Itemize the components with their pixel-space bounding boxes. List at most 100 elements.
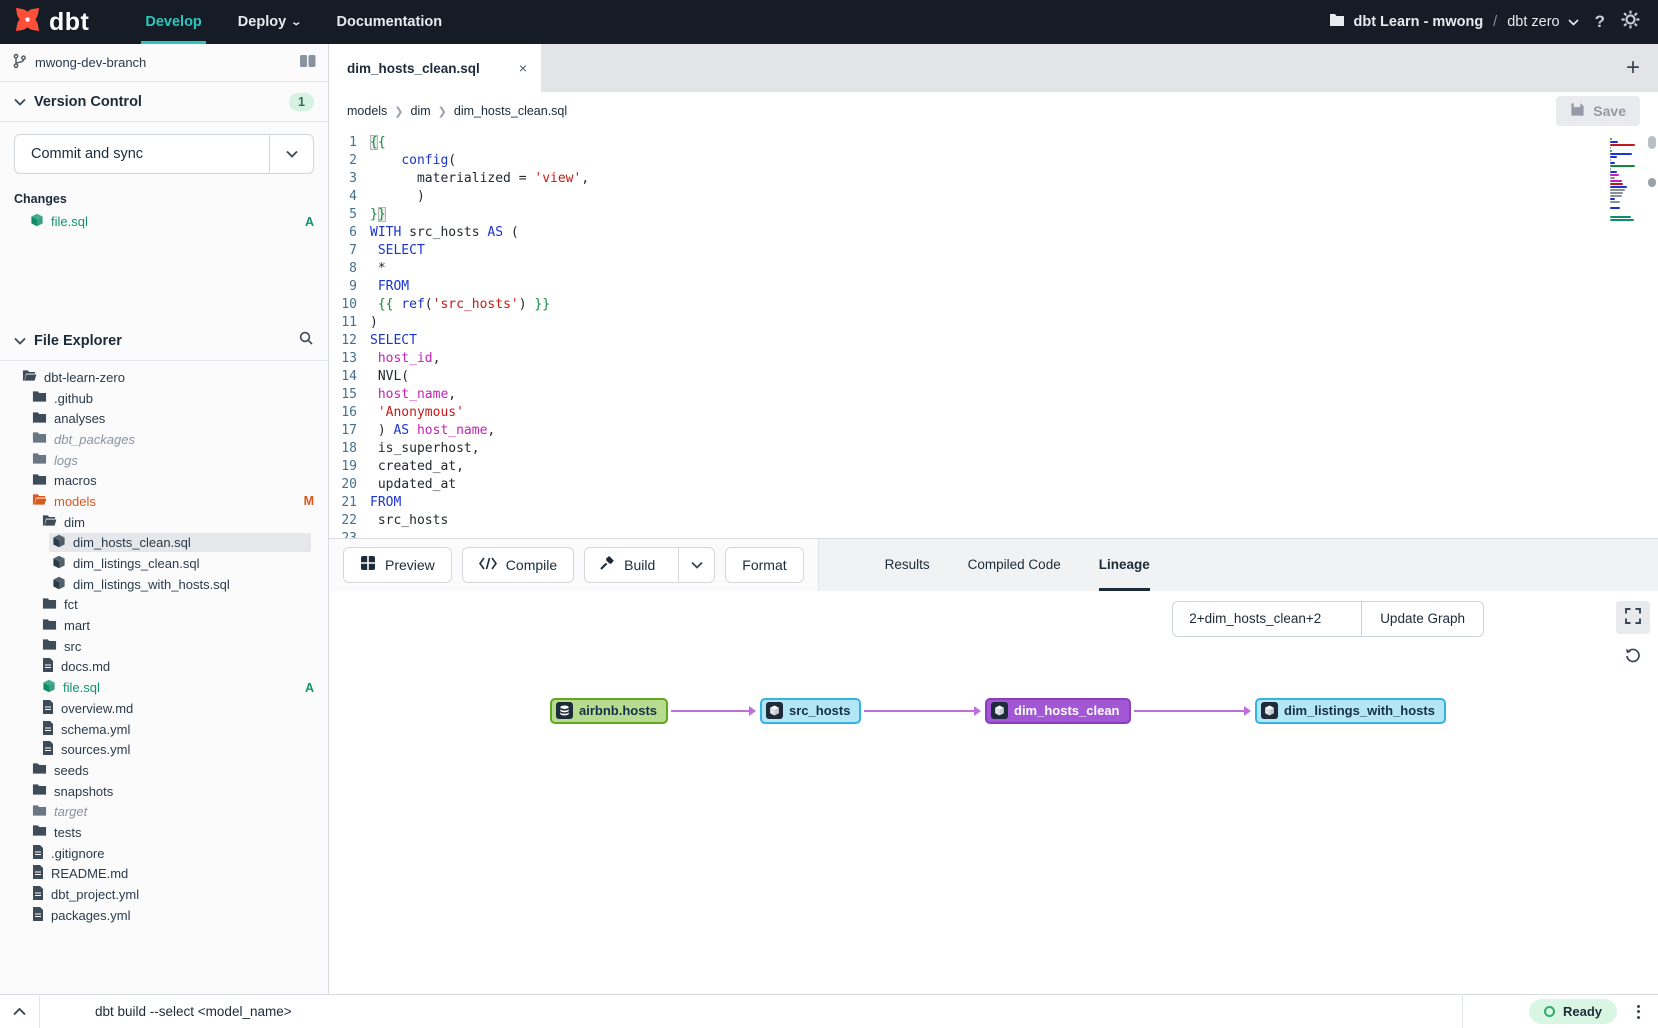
changed-file-row[interactable]: file.sqlA [0, 210, 328, 233]
nav-item-documentation[interactable]: Documentation [319, 0, 461, 44]
code-line[interactable]: 7 SELECT [329, 242, 1658, 260]
update-graph-button[interactable]: Update Graph [1361, 602, 1483, 636]
file-tree-item-dbt-learn-zero[interactable]: dbt-learn-zero [0, 367, 328, 388]
tab-results[interactable]: Results [885, 539, 930, 591]
build-options-dropdown[interactable] [678, 548, 714, 582]
code-line[interactable]: 3 materialized = 'view', [329, 170, 1658, 188]
file-tree-item-schema-yml[interactable]: schema.yml [0, 719, 328, 740]
code-line[interactable]: 8 * [329, 260, 1658, 278]
file-tree-item-dbt-packages[interactable]: dbt_packages [0, 429, 328, 450]
lineage-node-dim-listings-with-hosts[interactable]: dim_listings_with_hosts [1255, 698, 1446, 724]
code-line[interactable]: 2 config( [329, 152, 1658, 170]
file-tree-label: fct [64, 597, 78, 612]
file-tree-item--gitignore[interactable]: .gitignore [0, 843, 328, 864]
code-line[interactable]: 22 src_hosts [329, 512, 1658, 530]
commit-options-dropdown[interactable] [269, 135, 313, 173]
file-tree-item-dim-listings-clean-sql[interactable]: dim_listings_clean.sql [0, 553, 328, 574]
file-tree-item-overview-md[interactable]: overview.md [0, 698, 328, 719]
build-button[interactable]: Build [584, 547, 715, 583]
command-input[interactable]: dbt build --select <model_name> [95, 1004, 292, 1019]
tab-compiled-code[interactable]: Compiled Code [968, 539, 1061, 591]
file-tree-item-src[interactable]: src [0, 636, 328, 657]
file-tree-item--github[interactable]: .github [0, 388, 328, 409]
file-tree-item-dim-hosts-clean-sql[interactable]: dim_hosts_clean.sql [0, 533, 328, 554]
file-tree-item-logs[interactable]: logs [0, 450, 328, 471]
file-tree-item-packages-yml[interactable]: packages.yml [0, 905, 328, 926]
code-line[interactable]: 17 ) AS host_name, [329, 422, 1658, 440]
lineage-node-src-hosts[interactable]: src_hosts [760, 698, 861, 724]
environment-name[interactable]: dbt zero [1507, 14, 1559, 30]
split-view-icon[interactable] [299, 54, 316, 71]
project-selector[interactable]: dbt Learn - mwong / dbt zero [1329, 13, 1578, 31]
preview-button[interactable]: Preview [343, 547, 452, 583]
code-line[interactable]: 12SELECT [329, 332, 1658, 350]
file-tree-item-tests[interactable]: tests [0, 822, 328, 843]
branch-row[interactable]: mwong-dev-branch [0, 44, 328, 82]
breadcrumb-item[interactable]: dim [411, 104, 431, 118]
reset-view-button[interactable] [1616, 641, 1650, 674]
file-tree-item-snapshots[interactable]: snapshots [0, 781, 328, 802]
code-line[interactable]: 14 NVL( [329, 368, 1658, 386]
file-tree-item-target[interactable]: target [0, 801, 328, 822]
lineage-node-dim-hosts-clean[interactable]: dim_hosts_clean [985, 698, 1131, 724]
file-tree-item-file-sql[interactable]: file.sqlA [0, 677, 328, 698]
code-line[interactable]: 21FROM [329, 494, 1658, 512]
nav-item-develop[interactable]: Develop [127, 0, 219, 44]
code-line[interactable]: 15 host_name, [329, 386, 1658, 404]
file-tree-item-docs-md[interactable]: docs.md [0, 657, 328, 678]
file-tree-item-macros[interactable]: macros [0, 470, 328, 491]
close-tab-icon[interactable]: × [519, 60, 527, 76]
file-tree-label: dbt_project.yml [51, 887, 139, 902]
editor-tab[interactable]: dim_hosts_clean.sql × [329, 44, 541, 92]
new-tab-button[interactable]: + [1608, 54, 1658, 82]
breadcrumb-item[interactable]: models [347, 104, 387, 118]
code-line[interactable]: 10 {{ ref('src_hosts') }} [329, 296, 1658, 314]
file-tree-item-analyses[interactable]: analyses [0, 408, 328, 429]
search-icon[interactable] [298, 330, 314, 351]
editor-scrollbar[interactable] [1645, 130, 1658, 538]
file-tree-item-dim[interactable]: dim [0, 512, 328, 533]
commit-and-sync-button[interactable]: Commit and sync [14, 134, 314, 174]
nav-item-deploy[interactable]: Deploy⌄ [220, 0, 319, 44]
code-line[interactable]: 19 created_at, [329, 458, 1658, 476]
code-line[interactable]: 18 is_superhost, [329, 440, 1658, 458]
file-explorer-header[interactable]: File Explorer [0, 321, 328, 361]
scrollbar-thumb[interactable] [1648, 136, 1656, 149]
lineage-selector-input[interactable] [1173, 602, 1361, 636]
file-tree-item-mart[interactable]: mart [0, 615, 328, 636]
fullscreen-button[interactable] [1616, 601, 1650, 634]
version-control-header[interactable]: Version Control 1 [0, 82, 328, 122]
code-line[interactable]: 6WITH src_hosts AS ( [329, 224, 1658, 242]
compile-button[interactable]: Compile [462, 547, 574, 583]
code-line[interactable]: 23 [329, 530, 1658, 538]
file-tree-item-seeds[interactable]: seeds [0, 760, 328, 781]
file-tree-item-dim-listings-with-hosts-sql[interactable]: dim_listings_with_hosts.sql [0, 574, 328, 595]
code-line[interactable]: 16 'Anonymous' [329, 404, 1658, 422]
file-tree-item-fct[interactable]: fct [0, 595, 328, 616]
tab-lineage[interactable]: Lineage [1099, 539, 1150, 591]
format-button[interactable]: Format [725, 547, 803, 583]
code-line[interactable]: 4 ) [329, 188, 1658, 206]
code-editor[interactable]: 1{{2 config(3 materialized = 'view',4 )5… [329, 130, 1658, 538]
code-line[interactable]: 9 FROM [329, 278, 1658, 296]
help-icon[interactable]: ? [1595, 12, 1605, 32]
dbt-logo[interactable]: dbt [0, 0, 99, 44]
file-tree-item-dbt-project-yml[interactable]: dbt_project.yml [0, 884, 328, 905]
save-button[interactable]: Save [1556, 96, 1640, 126]
code-line[interactable]: 20 updated_at [329, 476, 1658, 494]
file-tree-item-models[interactable]: modelsM [0, 491, 328, 512]
minimap[interactable] [1610, 138, 1640, 225]
lineage-node-airbnb-hosts[interactable]: airbnb.hosts [550, 698, 668, 724]
lineage-edge-arrowhead [749, 706, 756, 716]
file-tree-item-sources-yml[interactable]: sources.yml [0, 739, 328, 760]
file-tree-item-readme-md[interactable]: README.md [0, 864, 328, 885]
scrollbar-thumb[interactable] [1648, 178, 1656, 187]
gear-icon[interactable] [1621, 10, 1640, 34]
code-line[interactable]: 11) [329, 314, 1658, 332]
expand-panel-button[interactable] [0, 995, 40, 1028]
kebab-menu-icon[interactable] [1631, 1001, 1646, 1023]
code-line[interactable]: 13 host_id, [329, 350, 1658, 368]
breadcrumb-item[interactable]: dim_hosts_clean.sql [454, 104, 567, 118]
code-line[interactable]: 1{{ [329, 134, 1658, 152]
code-line[interactable]: 5}} [329, 206, 1658, 224]
